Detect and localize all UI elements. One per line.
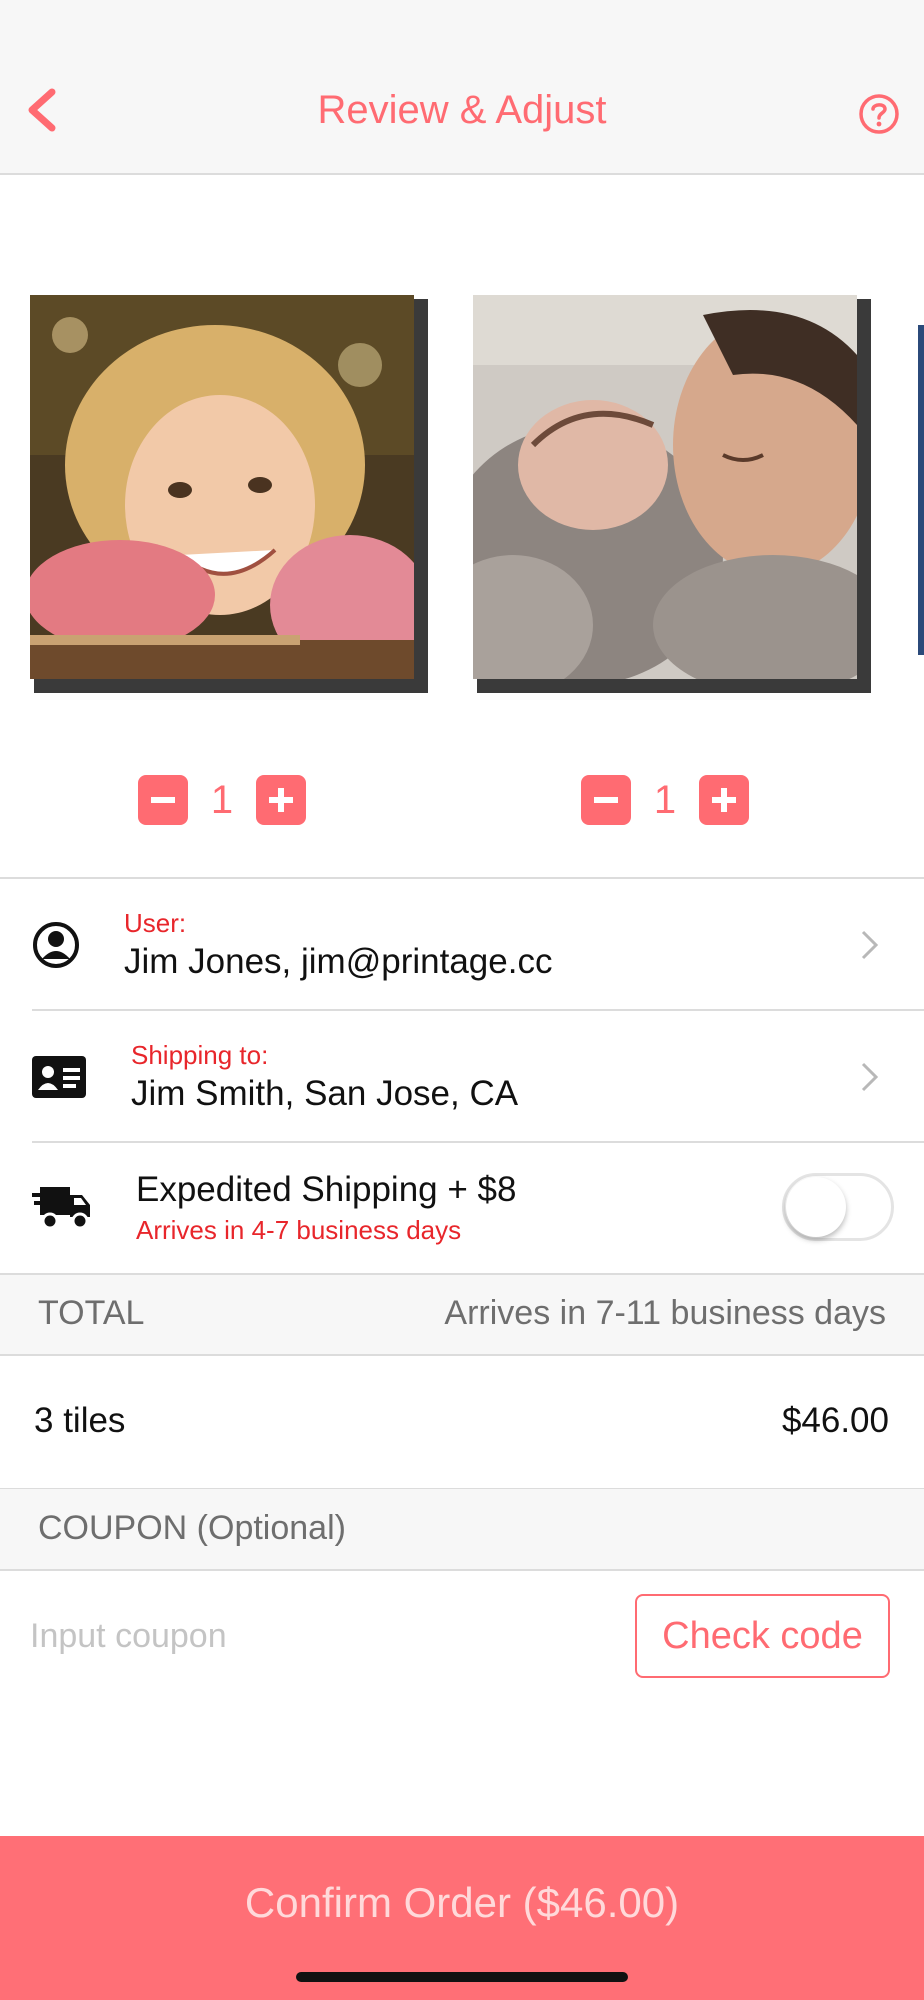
plus-icon (712, 788, 736, 812)
user-circle-icon (33, 922, 79, 968)
question-circle-icon (859, 94, 899, 134)
tile-photo (473, 295, 857, 679)
tile-edge (414, 299, 428, 691)
expedited-subtitle: Arrives in 4-7 business days (136, 1215, 462, 1245)
user-value: Jim Jones, jim@printage.cc (124, 942, 553, 981)
items-count: 3 tiles (34, 1401, 126, 1440)
minus-icon (151, 797, 175, 803)
total-price: $46.00 (781, 1401, 889, 1440)
coupon-label: COUPON (Optional) (38, 1509, 346, 1547)
tile-card-partial[interactable] (918, 325, 924, 655)
tile-carousel[interactable]: 1 1 (0, 175, 924, 877)
coupon-input[interactable] (30, 1600, 590, 1672)
home-indicator (296, 1972, 628, 1982)
minus-icon (594, 797, 618, 803)
total-section-header: TOTAL Arrives in 7-11 business days (0, 1274, 924, 1354)
divider (0, 877, 924, 879)
tile-edge (857, 299, 871, 691)
divider (0, 1354, 924, 1356)
chevron-right-icon (861, 1062, 879, 1092)
address-card-icon (32, 1056, 86, 1098)
tile-card[interactable] (473, 295, 873, 695)
divider (0, 1273, 924, 1275)
tile-edge (477, 679, 871, 693)
quantity-stepper: 1 (581, 775, 749, 825)
tile-photo (30, 295, 414, 679)
expedited-toggle[interactable] (782, 1173, 894, 1241)
divider (0, 1569, 924, 1571)
shipping-value: Jim Smith, San Jose, CA (131, 1074, 519, 1113)
delivery-estimate: Arrives in 7-11 business days (444, 1294, 886, 1332)
divider (32, 1141, 924, 1143)
shipping-label: Shipping to: (131, 1040, 269, 1070)
user-label: User: (124, 908, 187, 938)
total-label: TOTAL (38, 1294, 145, 1332)
page-title: Review & Adjust (317, 88, 607, 132)
increase-button[interactable] (699, 775, 749, 825)
check-code-button[interactable]: Check code (635, 1594, 890, 1678)
quantity-stepper: 1 (138, 775, 306, 825)
divider (32, 1009, 924, 1011)
help-button[interactable] (858, 93, 900, 135)
coupon-section-header: COUPON (Optional) (0, 1489, 924, 1569)
decrease-button[interactable] (138, 775, 188, 825)
increase-button[interactable] (256, 775, 306, 825)
chevron-right-icon (861, 930, 879, 960)
tile-card[interactable] (30, 295, 430, 695)
quantity-value: 1 (210, 777, 234, 822)
tile-edge (34, 679, 428, 693)
expedited-title: Expedited Shipping + $8 (136, 1170, 517, 1209)
decrease-button[interactable] (581, 775, 631, 825)
truck-icon (32, 1187, 90, 1230)
quantity-value: 1 (653, 777, 677, 822)
navigation-bar: Review & Adjust (0, 0, 924, 175)
toggle-knob (786, 1177, 846, 1237)
plus-icon (269, 788, 293, 812)
